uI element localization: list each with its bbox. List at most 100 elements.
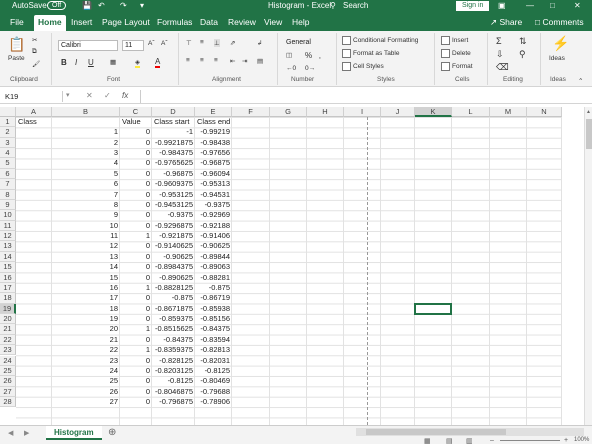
cell-d11[interactable]: -0.92188 [195,221,232,231]
name-box-dropdown-icon[interactable]: ▾ [66,91,70,99]
cell-b8[interactable]: 0 [120,190,152,200]
search-icon[interactable]: ⚲ [330,1,336,10]
cell-d9[interactable]: -0.9375 [195,200,232,210]
format-cells-button[interactable]: Format [441,62,473,71]
spreadsheet-grid[interactable]: ABCDEFGHIJKLMN 1 2 3 4 5 6 7 8 9 10 11 12 13 14 15 16 17… [0,107,585,425]
column-header-a[interactable]: A [16,107,52,117]
tab-review[interactable]: Review [228,15,256,31]
cell-b18[interactable]: 0 [120,293,152,303]
cell-c4[interactable]: -0.984375 [152,148,195,158]
vertical-scrollbar[interactable]: ▲ [584,107,592,425]
cell-c6[interactable]: -0.96875 [152,169,195,179]
formula-input[interactable] [140,90,580,103]
cell-b27[interactable]: 0 [120,387,152,397]
column-header-c[interactable]: C [120,107,152,117]
cell-d16[interactable]: -0.88281 [195,273,232,283]
zoom-out-icon[interactable]: – [490,437,494,444]
row-header-15[interactable]: 15 [0,262,16,273]
cell-b26[interactable]: 0 [120,376,152,386]
column-header-d[interactable]: D [152,107,195,117]
cell-a4[interactable]: 3 [52,148,120,158]
cell-a24[interactable]: 23 [52,356,120,366]
row-header-24[interactable]: 24 [0,355,16,366]
paste-button[interactable]: Paste [8,55,25,62]
cell-d24[interactable]: -0.82031 [195,356,232,366]
share-button[interactable]: ↗ Share [490,15,522,31]
cell-d27[interactable]: -0.79688 [195,387,232,397]
cell-a16[interactable]: 15 [52,273,120,283]
copy-icon[interactable]: ⧉ [32,48,37,56]
italic-icon[interactable]: I [75,58,77,67]
cell-b15[interactable]: 0 [120,262,152,272]
cell-a11[interactable]: 10 [52,221,120,231]
cell-c20[interactable]: -0.859375 [152,314,195,324]
cell-a13[interactable]: 12 [52,241,120,251]
cell-c8[interactable]: -0.953125 [152,190,195,200]
cell-d8[interactable]: -0.94531 [195,190,232,200]
row-header-22[interactable]: 22 [0,334,16,346]
cell-c11[interactable]: -0.9296875 [152,221,195,231]
column-header-h[interactable]: H [307,107,344,117]
name-box[interactable]: K19 [3,91,63,102]
comments-button[interactable]: □ Comments [535,15,584,31]
cell-d28[interactable]: -0.78906 [195,397,232,407]
cell-d21[interactable]: -0.84375 [195,324,232,334]
cell-c5[interactable]: -0.9765625 [152,158,195,168]
clear-icon[interactable]: ⌫ [496,62,509,73]
cell-b28[interactable]: 0 [120,397,152,407]
cell-a8[interactable]: 7 [52,190,120,200]
cell-a1[interactable]: Class [16,117,52,127]
cell-d15[interactable]: -0.89063 [195,262,232,272]
tab-formulas[interactable]: Formulas [157,15,192,31]
insert-cells-button[interactable]: Insert [441,36,468,45]
align-left-icon[interactable]: ≡ [186,57,190,64]
cell-a28[interactable]: 27 [52,397,120,407]
cell-d6[interactable]: -0.96094 [195,169,232,179]
row-header-12[interactable]: 12 [0,231,16,242]
cell-b24[interactable]: 0 [120,356,152,366]
cell-b17[interactable]: 1 [120,283,152,293]
cell-b1[interactable]: Value [120,117,152,127]
row-header-7[interactable]: 7 [0,179,16,190]
row-header-14[interactable]: 14 [0,251,16,263]
column-header-k[interactable]: K [415,107,452,117]
font-name-box[interactable]: Calibri [58,40,118,51]
horizontal-scroll-thumb[interactable] [366,429,506,435]
cell-c16[interactable]: -0.890625 [152,273,195,283]
cut-icon[interactable]: ✂ [32,36,37,44]
cell-a12[interactable]: 11 [52,231,120,241]
tab-data[interactable]: Data [200,15,218,31]
autosave-toggle[interactable]: Off [47,1,67,10]
cell-d14[interactable]: -0.89844 [195,252,232,262]
cell-b19[interactable]: 0 [120,304,152,314]
sort-filter-icon[interactable]: ⇅ [519,36,527,47]
cell-d4[interactable]: -0.97656 [195,148,232,158]
cell-b10[interactable]: 0 [120,210,152,220]
cell-c9[interactable]: -0.9453125 [152,200,195,210]
cell-a23[interactable]: 22 [52,345,120,355]
accounting-icon[interactable]: ◫ [286,51,292,59]
center-icon[interactable]: ≡ [200,57,204,64]
cell-c17[interactable]: -0.8828125 [152,283,195,293]
ideas-button[interactable]: Ideas [549,55,565,62]
scroll-up-icon[interactable]: ▲ [586,109,591,115]
cell-styles-button[interactable]: Cell Styles [342,62,384,71]
cell-a21[interactable]: 20 [52,324,120,334]
save-icon[interactable]: 💾 [82,1,92,10]
row-header-25[interactable]: 25 [0,365,16,377]
cell-d2[interactable]: -0.99219 [195,127,232,137]
cell-d10[interactable]: -0.92969 [195,210,232,220]
row-header-13[interactable]: 13 [0,241,16,252]
borders-icon[interactable]: ▦ [110,58,116,66]
cell-c7[interactable]: -0.9609375 [152,179,195,189]
prev-sheet-icon[interactable]: ◀ [8,429,13,437]
cell-c19[interactable]: -0.8671875 [152,304,195,314]
row-header-27[interactable]: 27 [0,386,16,397]
tab-home[interactable]: Home [34,15,66,31]
bold-icon[interactable]: B [61,58,67,67]
cell-a26[interactable]: 25 [52,376,120,386]
autosum-icon[interactable]: Σ [496,36,502,46]
zoom-in-icon[interactable]: + [564,437,568,444]
cell-c22[interactable]: -0.84375 [152,335,195,345]
cell-a27[interactable]: 26 [52,387,120,397]
